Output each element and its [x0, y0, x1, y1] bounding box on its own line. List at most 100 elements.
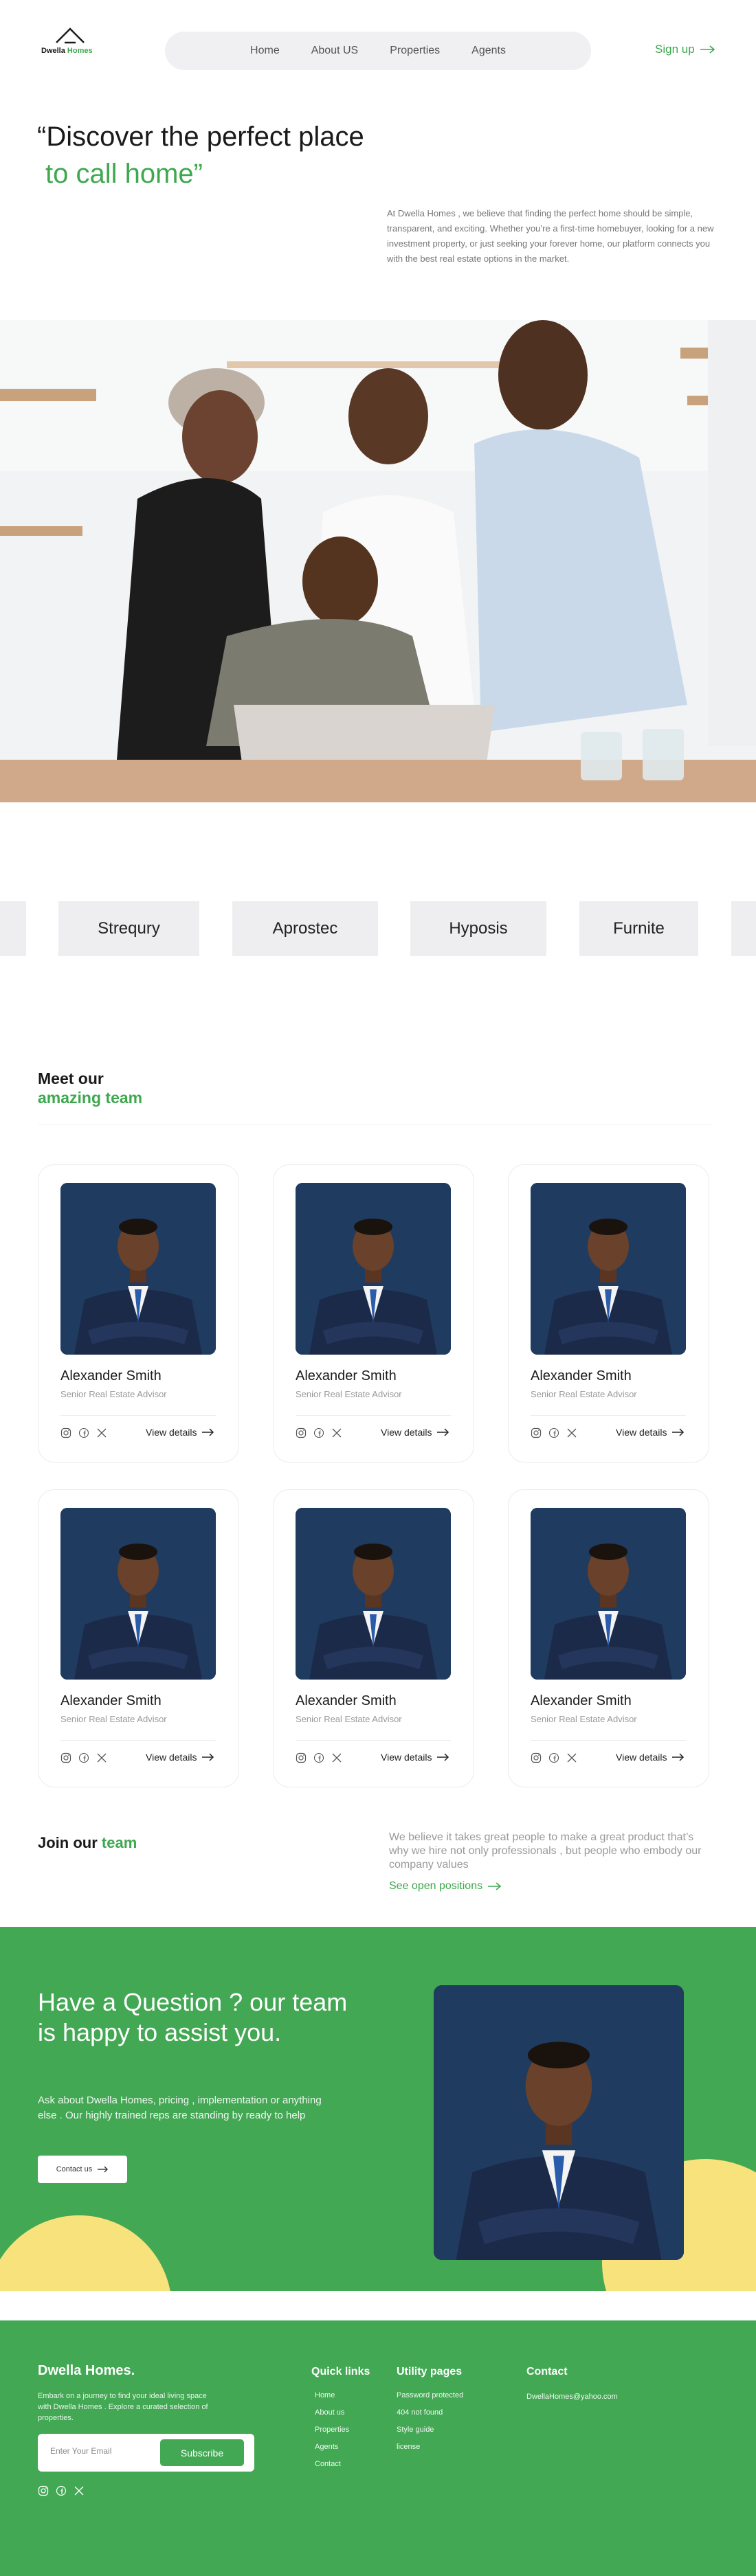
x-icon[interactable] — [96, 1427, 107, 1442]
agent-role: Senior Real Estate Advisor — [60, 1714, 167, 1724]
footer-link-404[interactable]: 404 not found — [397, 2408, 463, 2426]
agent-role: Senior Real Estate Advisor — [531, 1714, 637, 1724]
facebook-icon[interactable] — [548, 1752, 559, 1767]
facebook-icon[interactable] — [78, 1752, 89, 1767]
subscribe-form: Subscribe — [38, 2434, 254, 2472]
contact-cta: Have a Question ? our team is happy to a… — [0, 1927, 756, 2291]
facebook-icon[interactable] — [78, 1427, 89, 1442]
instagram-icon[interactable] — [531, 1752, 542, 1767]
instagram-icon[interactable] — [38, 2485, 49, 2496]
team-photo — [0, 320, 756, 802]
footer-link-license[interactable]: license — [397, 2443, 463, 2460]
facebook-icon[interactable] — [313, 1752, 324, 1767]
agent-photo — [296, 1183, 451, 1355]
nav-about[interactable]: About US — [311, 45, 358, 57]
logo[interactable]: Dwella Homes — [41, 26, 103, 60]
agent-name: Alexander Smith — [60, 1693, 162, 1708]
divider — [531, 1415, 686, 1416]
view-details-button[interactable]: View details — [381, 1427, 449, 1438]
agent-name: Alexander Smith — [531, 1693, 632, 1708]
join-title: Join our team — [38, 1834, 137, 1852]
agent-socials — [531, 1427, 577, 1442]
view-details-button[interactable]: View details — [146, 1427, 214, 1438]
contact-us-button[interactable]: Contact us — [38, 2156, 127, 2183]
agent-socials — [60, 1752, 107, 1767]
view-details-button[interactable]: View details — [616, 1752, 685, 1763]
view-details-label: View details — [381, 1752, 432, 1763]
footer-link-styleguide[interactable]: Style guide — [397, 2426, 463, 2443]
subscribe-button[interactable]: Subscribe — [160, 2439, 244, 2466]
view-details-button[interactable]: View details — [146, 1752, 214, 1763]
partner-logo: Hyposis — [410, 901, 546, 956]
facebook-icon[interactable] — [56, 2485, 67, 2496]
nav-agents[interactable]: Agents — [471, 45, 506, 57]
partner-logo: Furnite — [579, 901, 698, 956]
instagram-icon[interactable] — [60, 1752, 71, 1767]
footer-link-properties[interactable]: Properties — [315, 2426, 349, 2443]
decor-circle — [0, 2215, 172, 2291]
utility-pages-title: Utility pages — [397, 2366, 463, 2377]
partner-logos: Strequry Aprostec Hyposis Furnite — [0, 901, 756, 956]
arrow-right-icon — [202, 1428, 214, 1436]
contact-email[interactable]: DwellaHomes@yahoo.com — [526, 2393, 618, 2401]
footer-link-password[interactable]: Password protected — [397, 2391, 463, 2408]
x-icon[interactable] — [566, 1427, 577, 1442]
open-positions-link[interactable]: See open positions — [389, 1880, 502, 1893]
x-icon[interactable] — [331, 1427, 342, 1442]
instagram-icon[interactable] — [296, 1427, 307, 1442]
agent-photo — [531, 1183, 686, 1355]
email-field[interactable] — [50, 2446, 153, 2456]
agent-socials — [60, 1427, 107, 1442]
agent-name: Alexander Smith — [296, 1368, 397, 1383]
view-details-button[interactable]: View details — [381, 1752, 449, 1763]
footer-link-home[interactable]: Home — [315, 2391, 349, 2408]
partner-logo-partial — [731, 901, 756, 956]
hero-title-line2: to call home” — [45, 159, 203, 189]
partner-logo: Aprostec — [232, 901, 378, 956]
arrow-right-icon — [437, 1753, 449, 1761]
facebook-icon[interactable] — [313, 1427, 324, 1442]
footer-link-contact[interactable]: Contact — [315, 2460, 349, 2477]
arrow-right-icon — [98, 2166, 109, 2173]
cta-title: Have a Question ? our team is happy to a… — [38, 1988, 348, 2046]
view-details-button[interactable]: View details — [616, 1427, 685, 1438]
agent-name: Alexander Smith — [531, 1368, 632, 1383]
footer-link-about[interactable]: About us — [315, 2408, 349, 2426]
agent-photo — [531, 1508, 686, 1680]
agent-role: Senior Real Estate Advisor — [296, 1389, 402, 1399]
nav-home[interactable]: Home — [250, 45, 280, 57]
arrow-right-icon — [672, 1428, 685, 1436]
divider — [60, 1415, 216, 1416]
team-card: Alexander Smith Senior Real Estate Advis… — [273, 1164, 474, 1462]
x-icon[interactable] — [96, 1752, 107, 1767]
nav-properties[interactable]: Properties — [390, 45, 440, 57]
x-icon[interactable] — [566, 1752, 577, 1767]
instagram-icon[interactable] — [531, 1427, 542, 1442]
team-title-line1: Meet our — [38, 1070, 104, 1087]
x-icon[interactable] — [74, 2485, 85, 2496]
view-details-label: View details — [616, 1427, 667, 1438]
footer-socials — [38, 2485, 85, 2496]
facebook-icon[interactable] — [548, 1427, 559, 1442]
footer: Dwella Homes. Embark on a journey to fin… — [0, 2320, 756, 2576]
footer-link-agents[interactable]: Agents — [315, 2443, 349, 2460]
agent-role: Senior Real Estate Advisor — [60, 1389, 167, 1399]
cta-text: Ask about Dwella Homes, pricing , implem… — [38, 2094, 322, 2121]
agent-photo — [60, 1183, 216, 1355]
hero-description: At Dwella Homes , we believe that findin… — [387, 208, 714, 264]
join-title-prefix: Join our — [38, 1834, 98, 1851]
agent-photo — [296, 1508, 451, 1680]
x-icon[interactable] — [331, 1752, 342, 1767]
team-card: Alexander Smith Senior Real Estate Advis… — [38, 1164, 239, 1462]
signup-link[interactable]: Sign up — [655, 43, 715, 56]
join-title-highlight: team — [101, 1834, 137, 1851]
team-card: Alexander Smith Senior Real Estate Advis… — [508, 1164, 709, 1462]
instagram-icon[interactable] — [296, 1752, 307, 1767]
footer-description: Embark on a journey to find your ideal l… — [38, 2392, 208, 2422]
agent-name: Alexander Smith — [296, 1693, 397, 1708]
instagram-icon[interactable] — [60, 1427, 71, 1442]
agent-role: Senior Real Estate Advisor — [296, 1714, 402, 1724]
agent-socials — [531, 1752, 577, 1767]
team-title-line2: amazing team — [38, 1089, 143, 1107]
open-positions-label: See open positions — [389, 1880, 483, 1892]
